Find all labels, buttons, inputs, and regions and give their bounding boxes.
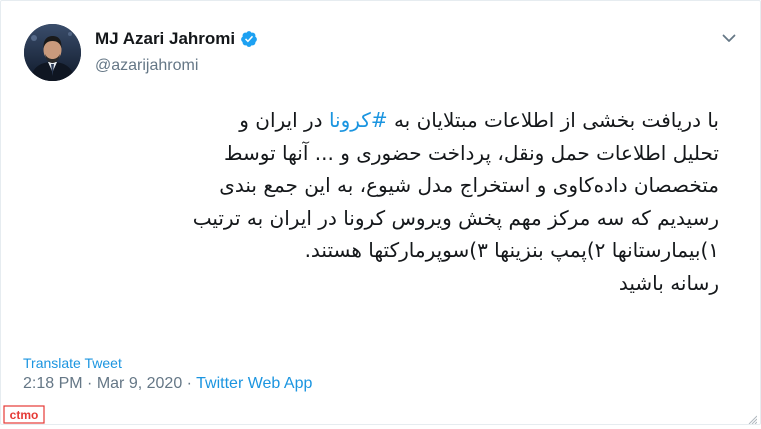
tweet-metadata: 2:18 PM · Mar 9, 2020 · Twitter Web App [23, 375, 312, 393]
tweet-text-line-1: با دریافت بخشی از اطلاعات مبتلایان به #ک… [23, 104, 719, 137]
author-handle[interactable]: @azarijahromi [95, 57, 198, 75]
meta-separator: · [186, 375, 192, 392]
tweet-text-line-3: متخصصان داده‌کاوی و استخراج مدل شیوع، به… [219, 173, 719, 197]
author-row: MJ Azari Jahromi [95, 29, 258, 49]
tweet-text-line-4: رسیدیم که سه مرکز مهم پخش ویروس کرونا در… [192, 205, 719, 230]
tweet-text: با دریافت بخشی از اطلاعات مبتلایان به #ک… [23, 104, 719, 299]
tweet-card: MJ Azari Jahromi @azarijahromi با دریافت… [0, 0, 761, 425]
tweet-text-segment: در ایران و [239, 108, 329, 132]
tweet-time[interactable]: 2:18 PM [23, 375, 83, 392]
resize-grip-icon[interactable] [747, 411, 758, 425]
author-display-name[interactable]: MJ Azari Jahromi [95, 29, 235, 49]
verified-badge-icon [240, 30, 258, 48]
tweet-text-line-5: ۱)بیمارستانها ۲)پمپ بنزینها ۳)سوپرمارکته… [304, 238, 719, 262]
source-app-link[interactable]: Twitter Web App [196, 375, 312, 392]
tweet-text-line-6: رسانه باشید [618, 270, 719, 295]
profile-photo-icon [24, 24, 81, 81]
svg-text:ctmo: ctmo [10, 408, 39, 422]
meta-separator: · [87, 375, 93, 392]
translate-tweet-link[interactable]: Translate Tweet [23, 355, 122, 371]
avatar[interactable] [24, 24, 81, 81]
chevron-down-icon[interactable] [720, 29, 738, 47]
ctmo-watermark-logo: ctmo [3, 405, 45, 424]
hashtag-link[interactable]: #کرونا [329, 108, 388, 132]
tweet-text-line-2: تحلیل اطلاعات حمل ونقل، پرداخت حضوری و .… [224, 140, 719, 165]
tweet-text-segment: با دریافت بخشی از اطلاعات مبتلایان به [387, 108, 719, 132]
tweet-date[interactable]: Mar 9, 2020 [97, 375, 182, 392]
